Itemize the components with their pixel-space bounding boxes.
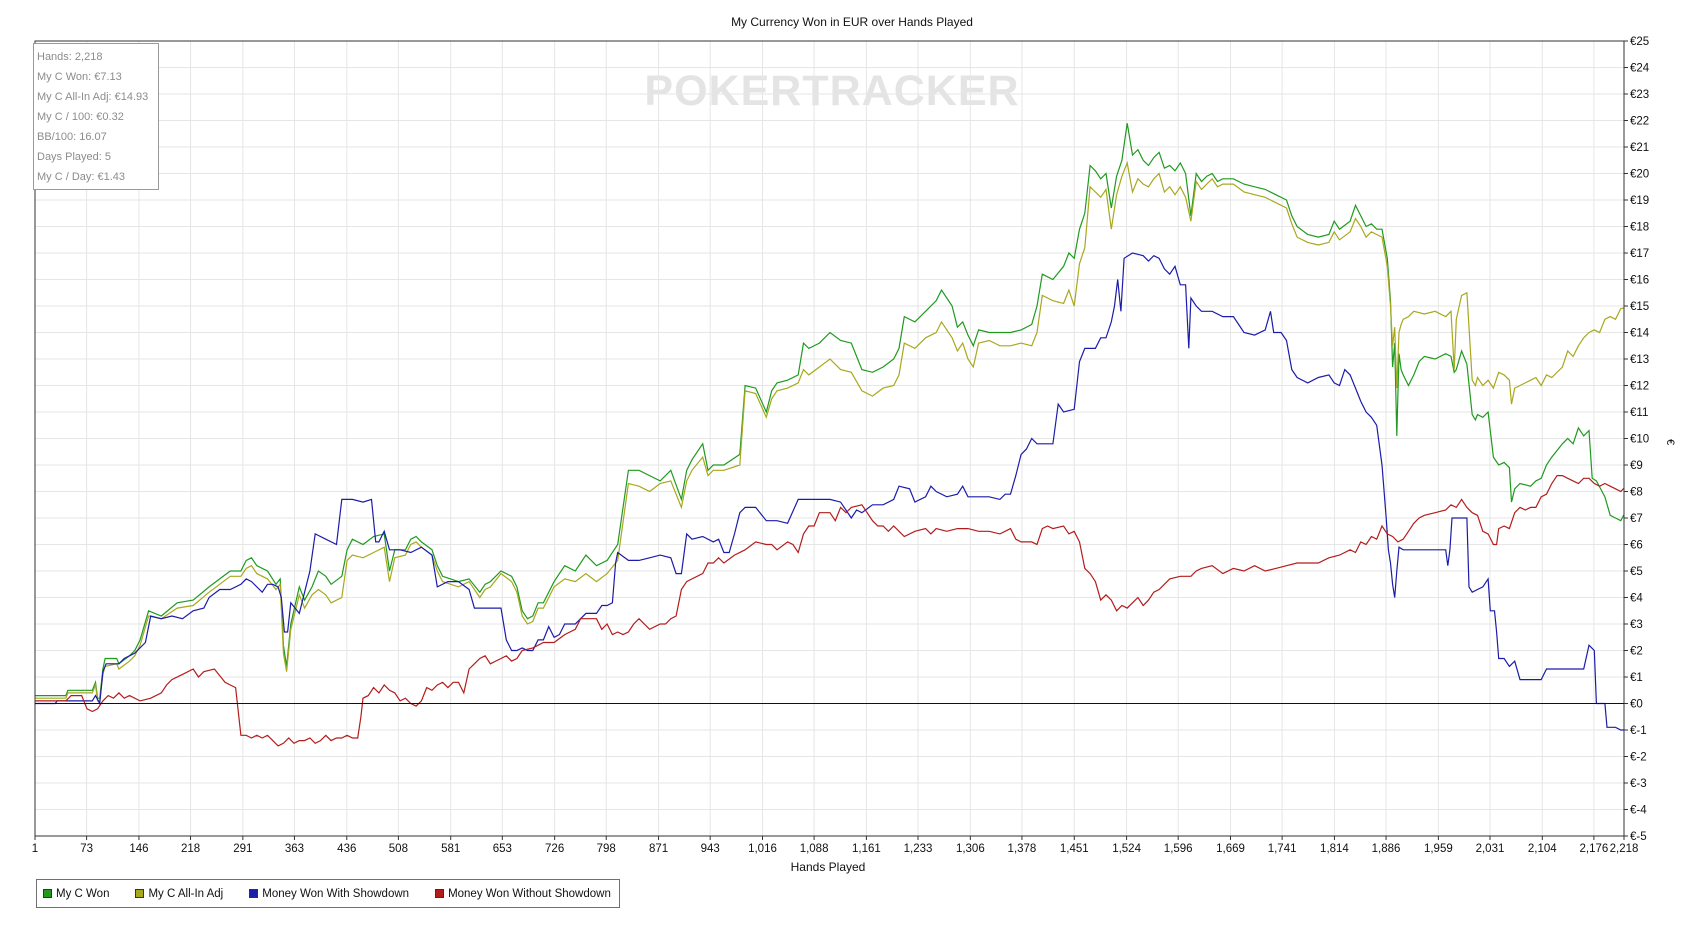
legend-label: My C All-In Adj <box>148 887 224 900</box>
legend-label: Money Won With Showdown <box>262 887 410 900</box>
legend-swatch <box>249 889 259 898</box>
x-tick-label: 1,524 <box>1112 843 1141 855</box>
y-tick-label: €-4 <box>1630 805 1647 817</box>
x-tick-label: 1,886 <box>1372 843 1401 855</box>
y-tick-label: €-5 <box>1630 831 1647 843</box>
y-tick-label: €0 <box>1630 699 1643 711</box>
chart-title: My Currency Won in EUR over Hands Played <box>731 15 973 29</box>
y-tick-label: €2 <box>1630 646 1643 658</box>
x-tick-label: 798 <box>597 843 616 855</box>
x-tick-label: 146 <box>129 843 148 855</box>
x-tick-label: 2,031 <box>1476 843 1505 855</box>
y-tick-label: €1 <box>1630 672 1643 684</box>
y-tick-label: €15 <box>1630 301 1649 313</box>
x-tick-label: 2,218 <box>1610 843 1639 855</box>
axes <box>34 40 1628 840</box>
x-tick-label: 1,959 <box>1424 843 1453 855</box>
y-tick-label: €6 <box>1630 540 1643 552</box>
x-tick-label: 1,233 <box>904 843 933 855</box>
legend-label: My C Won <box>56 887 110 900</box>
legend-swatch <box>435 889 445 898</box>
y-tick-label: €19 <box>1630 195 1649 207</box>
x-tick-label: 1,669 <box>1216 843 1245 855</box>
y-tick-label: €9 <box>1630 460 1643 472</box>
y-tick-label: €22 <box>1630 116 1649 128</box>
x-tick-label: 1,088 <box>800 843 829 855</box>
y-tick-label: €23 <box>1630 89 1649 101</box>
y-tick-label: €11 <box>1630 407 1648 419</box>
y-tick-label: €-1 <box>1630 725 1647 737</box>
watermark: POKERTRACKER <box>644 67 1019 115</box>
y-tick-label: €20 <box>1630 169 1649 181</box>
legend-swatch <box>43 889 52 898</box>
y-tick-label: €24 <box>1630 63 1650 75</box>
x-tick-label: 2,104 <box>1528 843 1557 855</box>
x-tick-label: 1,596 <box>1164 843 1193 855</box>
stat-bb-per-100: BB/100: 16.07 <box>37 131 107 143</box>
legend: My C Won My C All-In Adj Money Won With … <box>36 879 620 908</box>
y-tick-label: €17 <box>1630 248 1649 260</box>
x-tick-label: 1,451 <box>1060 843 1089 855</box>
x-tick-label: 73 <box>80 843 93 855</box>
stat-days-played: Days Played: 5 <box>37 151 111 163</box>
x-tick-label: 218 <box>181 843 200 855</box>
chart: My Currency Won in EUR over Hands Played… <box>32 15 1676 874</box>
x-axis-label: Hands Played <box>791 860 866 874</box>
x-tick-label: 1 <box>32 843 38 855</box>
y-axis-label: € <box>1664 439 1676 445</box>
x-tick-label: 436 <box>337 843 356 855</box>
stat-my-c-won: My C Won: €7.13 <box>37 71 122 83</box>
stat-all-in-adj: My C All-In Adj: €14.93 <box>37 91 149 103</box>
y-tick-label: €18 <box>1630 222 1649 234</box>
legend-label: Money Won Without Showdown <box>448 887 611 900</box>
y-tick-label: €4 <box>1630 593 1643 605</box>
stats-box: Hands: 2,218 My C Won: €7.13 My C All-In… <box>33 43 159 190</box>
x-tick-label: 1,306 <box>956 843 985 855</box>
x-tick-label: 1,741 <box>1268 843 1297 855</box>
grid <box>34 40 1625 837</box>
stat-hands: Hands: 2,218 <box>37 51 103 63</box>
x-tick-label: 508 <box>389 843 408 855</box>
legend-swatch <box>135 889 145 898</box>
legend-item-without-showdown[interactable]: Money Won Without Showdown <box>435 888 611 900</box>
y-tick-label: €5 <box>1630 566 1643 578</box>
y-tick-label: €16 <box>1630 275 1649 287</box>
x-tick-label: 726 <box>545 843 564 855</box>
x-tick-label: 291 <box>233 843 252 855</box>
y-tick-label: €3 <box>1630 619 1643 631</box>
x-tick-label: 363 <box>285 843 304 855</box>
y-tick-label: €21 <box>1630 142 1649 154</box>
x-tick-labels: 1 73 146 218 291 363 436 508 581 653 726 798 871 943 1… <box>32 843 1639 855</box>
y-tick-label: €-2 <box>1630 752 1647 764</box>
y-tick-label: €8 <box>1630 487 1643 499</box>
y-tick-label: €13 <box>1630 354 1649 366</box>
x-tick-label: 1,814 <box>1320 843 1349 855</box>
x-tick-label: 1,016 <box>748 843 777 855</box>
legend-item-my-c-won[interactable]: My C Won <box>43 888 109 900</box>
legend-item-with-showdown[interactable]: Money Won With Showdown <box>249 888 409 900</box>
y-tick-label: €14 <box>1630 328 1650 340</box>
legend-item-all-in-adj[interactable]: My C All-In Adj <box>135 888 223 900</box>
x-tick-label: 2,176 <box>1580 843 1609 855</box>
y-tick-labels: €25 €24 €23 €22 €21 €20 €19 €18 €17 €16 €15 €14 €13 €… <box>1630 36 1650 843</box>
stat-per-day: My C / Day: €1.43 <box>37 171 126 183</box>
stat-per-100: My C / 100: €0.32 <box>37 111 124 123</box>
x-tick-label: 943 <box>701 843 720 855</box>
y-tick-label: €7 <box>1630 513 1643 525</box>
y-tick-label: €-3 <box>1630 778 1647 790</box>
x-tick-label: 871 <box>649 843 668 855</box>
y-tick-label: €12 <box>1630 381 1649 393</box>
y-tick-label: €25 <box>1630 36 1649 48</box>
y-tick-label: €10 <box>1630 434 1649 446</box>
x-tick-label: 1,161 <box>852 843 881 855</box>
x-tick-label: 581 <box>441 843 460 855</box>
x-tick-label: 653 <box>493 843 512 855</box>
x-tick-label: 1,378 <box>1008 843 1037 855</box>
